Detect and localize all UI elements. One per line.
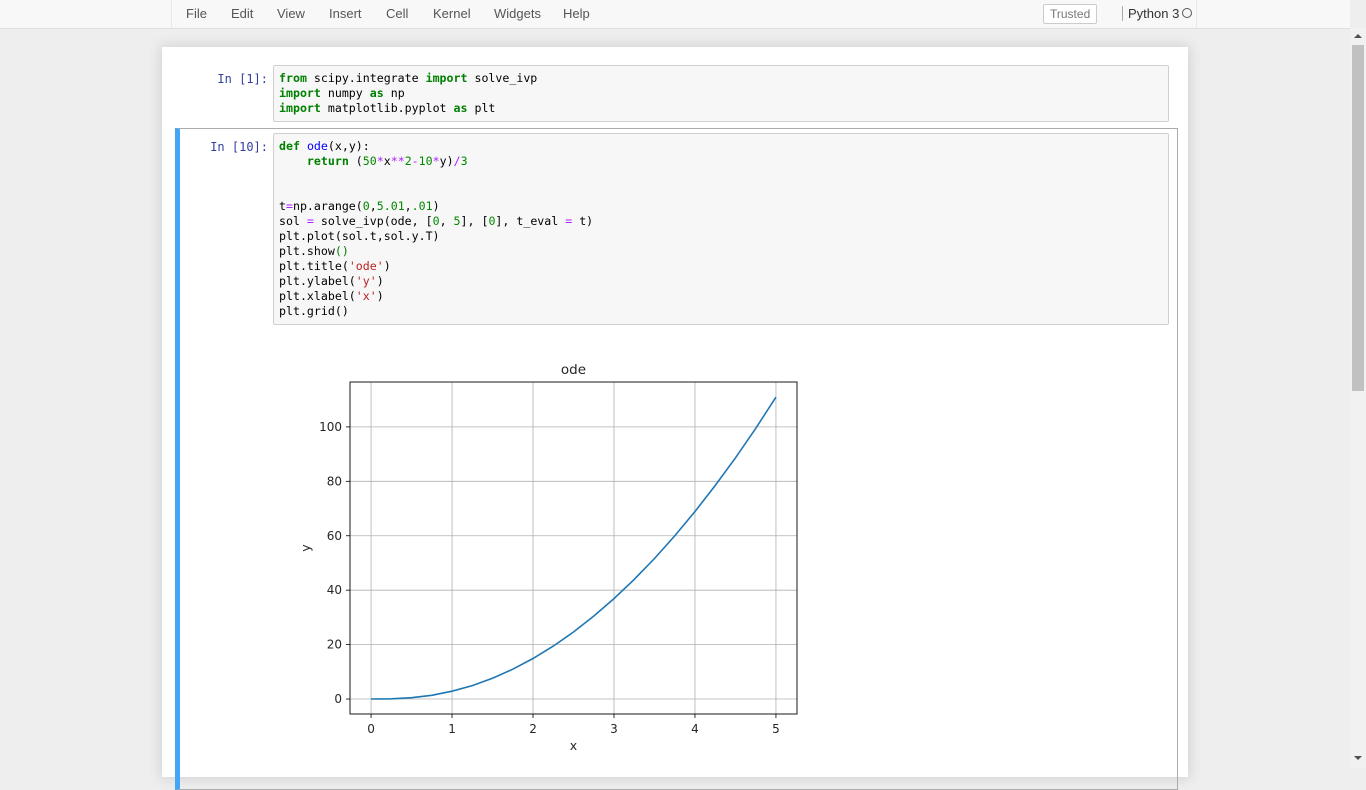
- code-token: numpy: [320, 86, 370, 100]
- y-tick-label: 40: [327, 583, 342, 597]
- code-cell-1[interactable]: In [1]: from scipy.integrate import solv…: [175, 64, 1172, 122]
- menu-kernel[interactable]: Kernel: [433, 6, 471, 21]
- y-tick-label: 20: [327, 638, 342, 652]
- code-token: import: [425, 71, 468, 85]
- code-token: matplotlib.pyplot: [320, 101, 454, 115]
- menu-insert[interactable]: Insert: [329, 6, 362, 21]
- y-tick-label: 0: [334, 692, 342, 706]
- menubar: File Edit View Insert Cell Kernel Widget…: [0, 0, 1350, 29]
- y-tick-label: 100: [319, 420, 342, 434]
- y-tick-label: 60: [327, 529, 342, 543]
- menu-widgets[interactable]: Widgets: [494, 6, 541, 21]
- x-tick-label: 1: [448, 722, 456, 736]
- scroll-up-icon[interactable]: [1354, 34, 1362, 38]
- chart-output: 0 1 2 3 4 5 0 20 40 60 80 100 ode x y: [298, 362, 798, 753]
- menu-file[interactable]: File: [186, 6, 207, 21]
- plot-background: [350, 382, 797, 714]
- code-token: as: [453, 101, 468, 115]
- menu-cell[interactable]: Cell: [386, 6, 408, 21]
- code-token: import: [279, 101, 321, 115]
- x-tick-label: 4: [691, 722, 699, 736]
- code-token: np: [383, 86, 405, 100]
- code-line: import numpy as np: [279, 86, 1163, 101]
- code-cell-10[interactable]: In [10]: def ode(x,y): return (50*x**2-1…: [175, 128, 1178, 790]
- scroll-down-icon[interactable]: [1354, 756, 1362, 760]
- x-axis-label: x: [570, 738, 577, 753]
- kernel-idle-icon: [1182, 8, 1192, 18]
- vertical-scrollbar[interactable]: [1350, 28, 1366, 768]
- x-tick-label: 3: [610, 722, 618, 736]
- code-line: from scipy.integrate import solve_ivp: [279, 71, 1163, 86]
- y-tick-label: 80: [327, 474, 342, 488]
- x-tick-label: 0: [367, 722, 375, 736]
- kernel-name: Python 3: [1122, 6, 1179, 21]
- y-axis-label: y: [298, 544, 313, 552]
- code-token: from: [279, 71, 307, 85]
- chart-title: ode: [561, 362, 586, 378]
- code-token: import: [279, 86, 321, 100]
- code-token: solve_ivp: [467, 71, 538, 85]
- menu-edit[interactable]: Edit: [231, 6, 253, 21]
- code-token: as: [369, 86, 384, 100]
- x-tick-label: 5: [772, 722, 780, 736]
- menu-help[interactable]: Help: [563, 6, 590, 21]
- code-token: plt: [467, 101, 496, 115]
- notebook-container: In [1]: from scipy.integrate import solv…: [162, 47, 1188, 790]
- input-prompt: In [1]:: [217, 72, 268, 86]
- scroll-thumb[interactable]: [1352, 45, 1364, 391]
- x-tick-label: 2: [529, 722, 537, 736]
- code-token: scipy.integrate: [306, 71, 426, 85]
- trusted-badge[interactable]: Trusted: [1043, 4, 1098, 24]
- code-line: import matplotlib.pyplot as plt: [279, 101, 1163, 116]
- menu-view[interactable]: View: [277, 6, 305, 21]
- code-editor[interactable]: from scipy.integrate import solve_ivp imp…: [273, 65, 1169, 122]
